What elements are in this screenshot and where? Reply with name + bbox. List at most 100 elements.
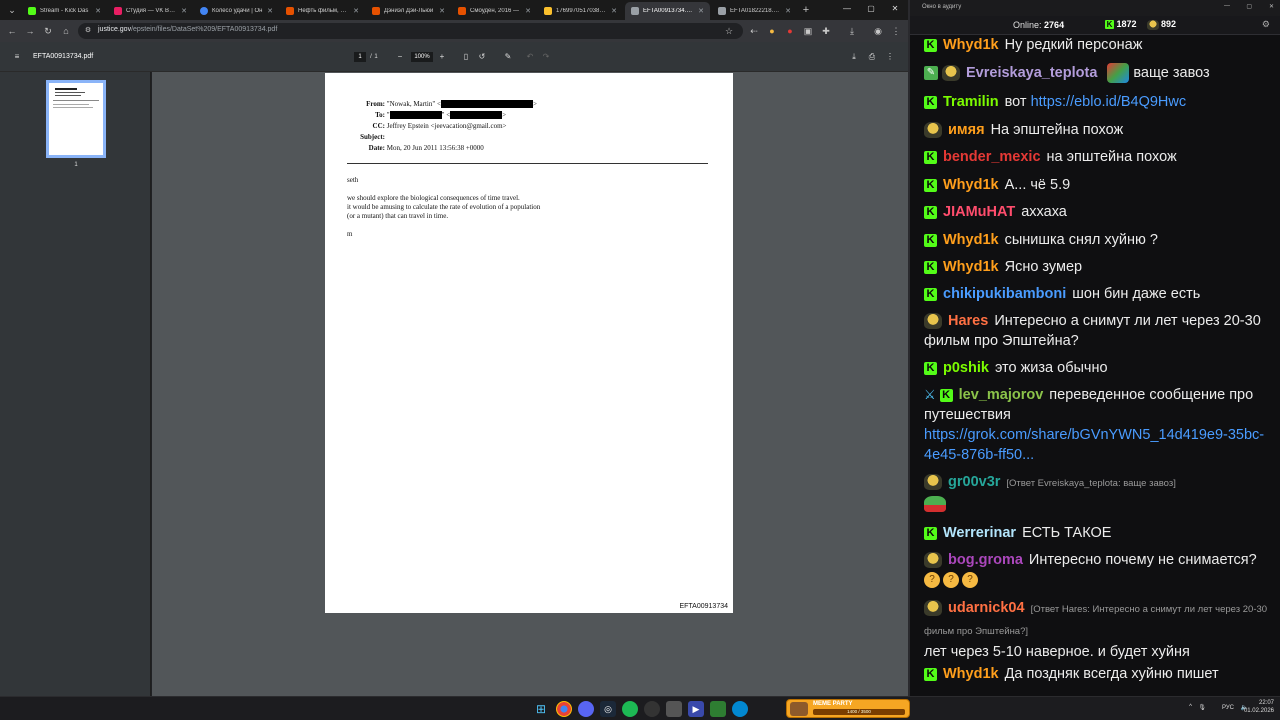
close-window-button[interactable]: ✕ bbox=[1269, 3, 1274, 10]
print-icon[interactable]: ⎙ bbox=[866, 51, 878, 63]
extension-yellow-icon[interactable]: ● bbox=[766, 25, 778, 37]
undo-icon[interactable]: ↶ bbox=[524, 51, 536, 63]
chat-username[interactable]: Whyd1k bbox=[943, 177, 999, 193]
back-icon[interactable]: ← bbox=[6, 25, 18, 37]
steam-icon[interactable]: ◎ bbox=[600, 701, 616, 717]
pdf-menu-icon[interactable]: ≡ bbox=[10, 51, 24, 63]
start-windows-icon[interactable]: ⊞ bbox=[533, 701, 549, 717]
chat-username[interactable]: lev_majorov bbox=[959, 387, 1044, 403]
chat-username[interactable]: p0shik bbox=[943, 360, 989, 376]
chat-username[interactable]: Whyd1k bbox=[943, 259, 999, 275]
fit-page-icon[interactable]: ▯ bbox=[460, 51, 472, 63]
close-window-button[interactable]: ✕ bbox=[886, 2, 904, 16]
close-icon[interactable]: ✕ bbox=[611, 7, 617, 15]
chat-username[interactable]: Hares bbox=[948, 313, 988, 329]
spotify-icon[interactable] bbox=[622, 701, 638, 717]
tab-wheel[interactable]: Колесо удачи | Он ✕ bbox=[194, 2, 279, 20]
telegram-icon[interactable] bbox=[732, 701, 748, 717]
extensions-puzzle-icon[interactable]: ✚ bbox=[820, 25, 832, 37]
tab-efta01822218[interactable]: EFTA01822218.pdf ✕ bbox=[712, 2, 797, 20]
tray-chevron-icon[interactable]: ^ bbox=[1189, 704, 1192, 710]
page-thumbnail[interactable] bbox=[46, 80, 106, 158]
page-number-input[interactable]: 1 bbox=[354, 52, 366, 62]
minimize-button[interactable]: — bbox=[838, 2, 856, 16]
chat-username[interactable]: Whyd1k bbox=[943, 666, 999, 682]
keyboard-language[interactable]: РУС bbox=[1222, 705, 1234, 711]
close-icon[interactable]: ✕ bbox=[267, 7, 273, 15]
chat-username[interactable]: JIAMuHAT bbox=[943, 204, 1015, 220]
close-icon[interactable]: ✕ bbox=[439, 7, 445, 15]
profile-icon[interactable]: ◉ bbox=[872, 25, 884, 37]
chat-text: ваще завоз bbox=[1133, 65, 1210, 81]
tab-snowden[interactable]: Смоуден, 2016 — ✕ bbox=[452, 2, 537, 20]
chat-username[interactable]: chikipukibamboni bbox=[943, 286, 1066, 302]
maximize-button[interactable]: ▢ bbox=[862, 2, 880, 16]
close-icon[interactable]: ✕ bbox=[181, 7, 187, 15]
bookmark-star-icon[interactable]: ☆ bbox=[723, 25, 735, 37]
chat-username[interactable]: Werrerinar bbox=[943, 525, 1016, 541]
chat-username[interactable]: gr00v3r bbox=[948, 474, 1000, 490]
settings-icon[interactable]: ⚙ bbox=[1262, 19, 1270, 30]
email-greeting: seth bbox=[347, 176, 359, 184]
extension-arrow-icon[interactable]: ⇠ bbox=[748, 25, 760, 37]
clock[interactable]: 22:07 01.02.2026 bbox=[1244, 699, 1274, 715]
redo-icon[interactable]: ↷ bbox=[540, 51, 552, 63]
meme-party-widget[interactable]: MEME PARTY 1400 / 3500 bbox=[786, 699, 910, 718]
kick-icon: K bbox=[1105, 20, 1114, 30]
chat-username[interactable]: bog.groma bbox=[948, 552, 1023, 568]
address-bar[interactable]: ⚙ justice.gov/epstein/files/DataSet%209/… bbox=[78, 23, 743, 39]
chat-username[interactable]: имяя bbox=[948, 122, 985, 138]
chat-username[interactable]: Tramilin bbox=[943, 94, 999, 110]
home-icon[interactable]: ⌂ bbox=[60, 25, 72, 37]
chat-link[interactable]: https://grok.com/share/bGVnYWN5_14d419e9… bbox=[924, 427, 1264, 463]
reload-icon[interactable]: ↻ bbox=[42, 25, 54, 37]
chat-link[interactable]: https://eblo.id/B4Q9Hwc bbox=[1031, 94, 1187, 110]
chat-text: ЕСТЬ ТАКОЕ bbox=[1022, 525, 1112, 541]
zoom-out-button[interactable]: − bbox=[394, 51, 406, 63]
chat-username[interactable]: udarnick04 bbox=[948, 600, 1025, 616]
extension-screen-icon[interactable]: ▣ bbox=[802, 25, 814, 37]
tab-search-icon[interactable]: ⌄ bbox=[6, 4, 18, 16]
chat-username[interactable]: bender_mexic bbox=[943, 149, 1041, 165]
chat-username[interactable]: Evreiskaya_teplota bbox=[966, 65, 1097, 81]
menu-dots-icon[interactable]: ⋮ bbox=[890, 25, 902, 37]
chat-username[interactable]: Whyd1k bbox=[943, 232, 999, 248]
forward-icon[interactable]: → bbox=[24, 25, 36, 37]
close-icon[interactable]: ✕ bbox=[95, 7, 101, 15]
tab-kick-stream[interactable]: Stream - Kick Das ✕ bbox=[22, 2, 107, 20]
close-icon[interactable]: ✕ bbox=[785, 7, 791, 15]
close-icon[interactable]: ✕ bbox=[525, 7, 531, 15]
minimize-button[interactable]: — bbox=[1224, 3, 1230, 9]
app-icon[interactable] bbox=[666, 701, 682, 717]
chat-message: K Whyd1k Ясно зумер bbox=[924, 257, 1268, 277]
chrome-icon[interactable] bbox=[556, 701, 572, 717]
download-icon[interactable]: ⤓ bbox=[846, 25, 858, 37]
zoom-in-button[interactable]: + bbox=[436, 51, 448, 63]
discord-icon[interactable] bbox=[578, 701, 594, 717]
close-icon[interactable]: ✕ bbox=[698, 7, 704, 15]
new-tab-button[interactable]: + bbox=[800, 4, 812, 16]
extension-red-icon[interactable]: ● bbox=[784, 25, 796, 37]
pdf-download-icon[interactable]: ⤓ bbox=[848, 51, 860, 63]
kick-badge-icon: K bbox=[924, 205, 937, 219]
obs-icon[interactable] bbox=[644, 701, 660, 717]
kick-badge-icon: K bbox=[924, 361, 937, 375]
microphone-icon[interactable]: 🎙 bbox=[1198, 704, 1206, 711]
annotate-icon[interactable]: ✎ bbox=[502, 51, 514, 63]
site-info-icon[interactable]: ⚙ bbox=[82, 25, 94, 37]
player-icon[interactable]: ▶ bbox=[688, 701, 704, 717]
close-icon[interactable]: ✕ bbox=[353, 7, 359, 15]
tab-oil-film[interactable]: Нефть фильм, 200 ✕ bbox=[280, 2, 365, 20]
tab-vk-studio[interactable]: Студия — VK Виде ✕ bbox=[108, 2, 193, 20]
tab-number[interactable]: 17699705170380... ✕ bbox=[538, 2, 623, 20]
zoom-input[interactable]: 100% bbox=[411, 52, 433, 62]
pdf-more-icon[interactable]: ⋮ bbox=[884, 51, 896, 63]
app-green-icon[interactable] bbox=[710, 701, 726, 717]
tab-day-lewis[interactable]: Дэниэл Дэй-Льюи ✕ bbox=[366, 2, 451, 20]
tab-efta00913734[interactable]: EFTA00913734.pdf ✕ bbox=[625, 2, 710, 20]
rotate-icon[interactable]: ↺ bbox=[476, 51, 488, 63]
chat-username[interactable]: Whyd1k bbox=[943, 37, 999, 53]
maximize-button[interactable]: ▢ bbox=[1246, 3, 1252, 10]
chat-message: gr00v3r [Ответ Evreiskaya_teplota: ваще з… bbox=[924, 472, 1268, 512]
wheel-icon bbox=[200, 7, 208, 15]
